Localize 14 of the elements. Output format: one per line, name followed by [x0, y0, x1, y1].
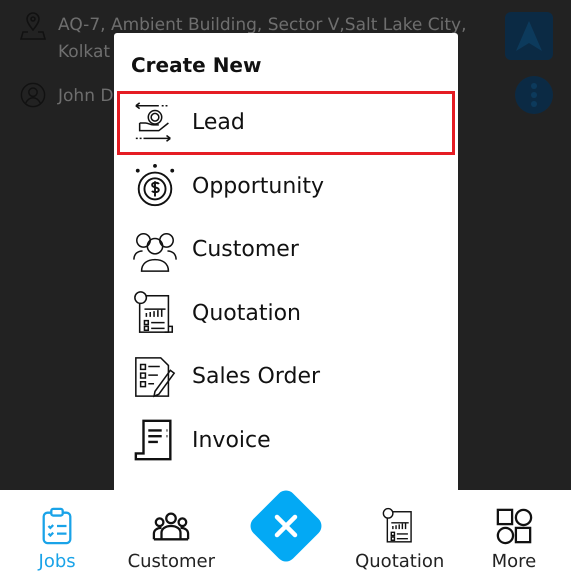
navigation-arrow-icon: [516, 21, 542, 51]
navigate-button[interactable]: [505, 12, 553, 60]
nav-tab[interactable]: Customer: [114, 506, 228, 578]
kebab-icon: [531, 83, 537, 107]
address-text: AQ-7, Ambient Building, Sector V,Salt Lake City,: [58, 15, 467, 35]
dialog-title: Create New: [131, 53, 262, 77]
close-icon: [272, 512, 300, 540]
more-options-button[interactable]: [515, 76, 553, 114]
address-text: Kolkat: [58, 42, 110, 62]
nav-tab[interactable]: Quotation: [342, 506, 457, 578]
nav-tab[interactable]: More: [456, 506, 571, 578]
menu-item[interactable]: Lead: [117, 91, 455, 154]
contact-name: John D: [58, 85, 114, 106]
shapes-grid-icon: [494, 507, 533, 545]
